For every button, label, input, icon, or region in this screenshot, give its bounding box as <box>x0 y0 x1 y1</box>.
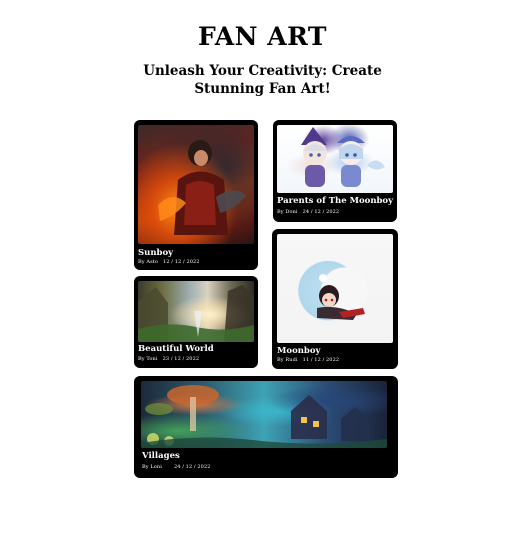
card-author: By Loni <box>142 464 162 470</box>
sunboy-figure-icon <box>158 140 246 235</box>
page-title: FAN ART <box>197 22 328 51</box>
art-image-sunboy[interactable] <box>138 125 254 244</box>
card-title: Sunboy <box>138 248 174 258</box>
card-author: By Asto <box>138 259 158 265</box>
card-title: Parents of The Moonboy <box>277 196 394 206</box>
art-card-parents-of-the-moonboy[interactable]: Parents of The Moonboy By Doni 24 / 12 / … <box>273 120 397 222</box>
art-card-sunboy[interactable]: Sunboy By Asto 12 / 12 / 2022 <box>134 120 258 270</box>
art-card-moonboy[interactable]: Moonboy By Rudi 11 / 12 / 2022 <box>272 229 398 369</box>
card-meta: By Toni 23 / 12 / 2022 <box>138 356 204 362</box>
card-date: 12 / 12 / 2022 <box>163 259 200 265</box>
card-author: By Toni <box>138 356 158 362</box>
card-date: 11 / 12 / 2022 <box>302 357 340 363</box>
card-author: By Doni <box>277 209 298 215</box>
art-image-villages[interactable] <box>141 381 387 448</box>
card-date: 24 / 12 / 2022 <box>173 464 211 470</box>
art-card-villages[interactable]: Villages By Loni 24 / 12 / 2022 <box>134 376 398 478</box>
chibi-characters-icon <box>301 127 385 187</box>
card-author: By Rudi <box>277 357 298 363</box>
card-meta: By Rudi 11 / 12 / 2022 <box>277 357 344 363</box>
card-title: Moonboy <box>277 346 321 356</box>
card-date: 24 / 12 / 2022 <box>302 209 340 215</box>
card-meta: By Doni 24 / 12 / 2022 <box>277 209 344 215</box>
page-subtitle: Unleash Your Creativity: Create Stunning… <box>143 63 382 97</box>
art-image-parents-of-the-moonboy[interactable] <box>277 125 393 193</box>
art-image-beautiful-world[interactable] <box>138 281 254 342</box>
art-image-moonboy[interactable] <box>277 234 393 343</box>
art-card-beautiful-world[interactable]: Beautiful World By Toni 23 / 12 / 2022 <box>134 276 258 368</box>
landscape-icon <box>138 285 254 342</box>
card-title: Beautiful World <box>138 344 214 354</box>
card-meta: By Asto 12 / 12 / 2022 <box>138 259 205 265</box>
card-title: Villages <box>142 451 180 461</box>
card-date: 23 / 12 / 2022 <box>162 356 200 362</box>
fantasy-village-icon <box>141 385 387 448</box>
card-meta: By Loni 24 / 12 / 2022 <box>142 464 216 470</box>
moonboy-figure-icon <box>317 274 365 320</box>
